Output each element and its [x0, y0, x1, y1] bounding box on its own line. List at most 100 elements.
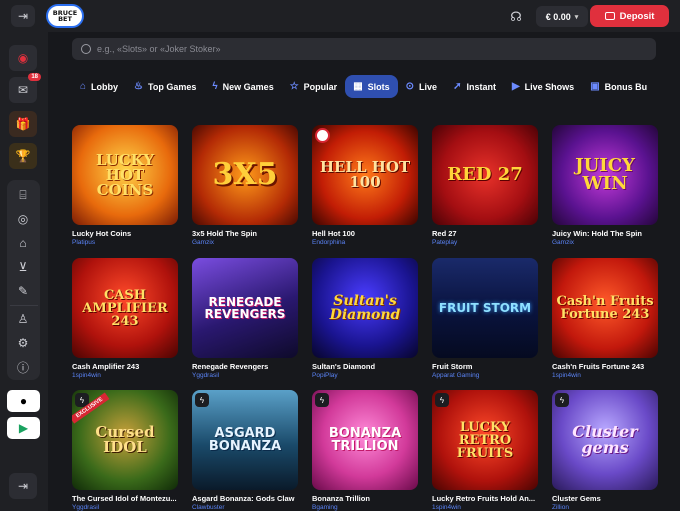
game-card[interactable]: Cash'n Fruits Fortune 243 Cash'n Fruits … — [552, 258, 658, 379]
tab-top-games[interactable]: ♨ Top Games — [126, 75, 204, 98]
sidebar-item-promotions[interactable]: ✎ — [9, 278, 37, 304]
game-card[interactable]: RENEGADE REVENGERS Renegade Revengers Yg… — [192, 258, 298, 379]
deposit-label: Deposit — [619, 10, 655, 22]
game-card[interactable]: 3X5 3x5 Hold The Spin Gamzix — [192, 125, 298, 246]
game-art-text: LUCKY HOT COINS — [95, 150, 155, 199]
game-thumbnail[interactable]: ϟ BONANZA TRILLION — [312, 390, 418, 490]
deposit-button[interactable]: Deposit — [590, 5, 669, 27]
sidebar-item-bonuses[interactable]: ⌂ — [9, 230, 37, 256]
sidebar-item-profile[interactable]: ◉ — [9, 45, 37, 71]
star-icon: ☆ — [289, 81, 299, 92]
cart-icon: ⊻ — [18, 260, 28, 274]
tab-slots[interactable]: ▦ Slots — [345, 75, 398, 98]
google-play-button[interactable]: ▶ — [7, 417, 40, 439]
user-icon: ♙ — [17, 312, 29, 326]
bonus-icon: ▣ — [590, 81, 600, 92]
game-thumbnail[interactable]: Sultan's Diamond — [312, 258, 418, 358]
search-bar[interactable] — [72, 38, 656, 60]
support-headset-icon[interactable]: ☊ — [508, 9, 524, 25]
game-provider[interactable]: Bgaming — [312, 504, 418, 511]
game-provider[interactable]: 1spin4win — [72, 372, 178, 379]
game-provider[interactable]: Clawbuster — [192, 504, 298, 511]
game-art-text: RED 27 — [447, 164, 523, 185]
sidebar-item-messages[interactable]: ✉ 18 — [9, 73, 41, 103]
game-provider[interactable]: 1spin4win — [432, 504, 538, 511]
game-thumbnail[interactable]: ϟ LUCKY RETRO FRUITS — [432, 390, 538, 490]
basketball-icon: ◎ — [17, 212, 29, 226]
tab-live[interactable]: ⊙ Live — [398, 75, 445, 98]
game-card[interactable]: JUICY WIN Juicy Win: Hold The Spin Gamzi… — [552, 125, 658, 246]
sidebar-item-games[interactable]: ⌸ — [9, 182, 37, 208]
game-card[interactable]: RED 27 Red 27 Pateplay — [432, 125, 538, 246]
game-provider[interactable]: Yggdrasil — [72, 504, 178, 511]
game-provider[interactable]: 1spin4win — [552, 372, 658, 379]
rocket-icon: ➚ — [453, 81, 462, 92]
sidebar-item-shop[interactable]: ⊻ — [9, 254, 37, 280]
search-input[interactable] — [97, 44, 617, 54]
game-provider[interactable]: Zillion — [552, 504, 658, 511]
game-provider[interactable]: Endorphina — [312, 239, 418, 246]
game-card[interactable]: ϟ ASGARD BONANZA Asgard Bonanza: Gods Cl… — [192, 390, 298, 511]
game-art-text: BONANZA TRILLION — [328, 426, 402, 454]
game-thumbnail[interactable]: HELL HOT 100 — [312, 125, 418, 225]
game-card[interactable]: Sultan's Diamond Sultan's Diamond PopiPl… — [312, 258, 418, 379]
game-thumbnail[interactable]: JUICY WIN — [552, 125, 658, 225]
sidebar-item-gifts[interactable]: 🎁 — [9, 111, 37, 137]
game-art-text: HELL HOT 100 — [319, 158, 411, 191]
tab-label: Slots — [367, 81, 390, 92]
tab-instant[interactable]: ➚ Instant — [445, 75, 504, 98]
slot-machine-icon: ⌸ — [19, 187, 27, 202]
logo[interactable]: BRUCE BET — [46, 4, 84, 28]
game-art-text: RENEGADE REVENGERS — [204, 295, 286, 321]
tab-lobby[interactable]: ⌂ Lobby — [72, 75, 126, 98]
tab-new-games[interactable]: ϟ New Games — [204, 75, 281, 98]
tab-live-shows[interactable]: ▶ Live Shows — [504, 75, 582, 98]
game-card[interactable]: LUCKY HOT COINS Lucky Hot Coins Platipus — [72, 125, 178, 246]
game-name: Cash'n Fruits Fortune 243 — [552, 362, 645, 371]
game-provider[interactable]: Platipus — [72, 239, 178, 246]
game-provider[interactable]: Apparat Gaming — [432, 372, 538, 379]
game-thumbnail[interactable]: ϟ ASGARD BONANZA — [192, 390, 298, 490]
balance-dropdown[interactable]: € 0.00 ▾ — [536, 6, 588, 27]
balance-value: € 0.00 — [545, 11, 571, 22]
game-card[interactable]: ϟ EXCLUSIVE Cursed IDOL The Cursed Idol … — [72, 390, 178, 511]
game-provider[interactable]: PopiPlay — [312, 372, 418, 379]
game-name: Lucky Hot Coins — [72, 229, 132, 238]
sidebar-item-account[interactable]: ♙ — [9, 306, 37, 332]
sidebar-item-sports[interactable]: ◎ — [9, 206, 37, 232]
game-thumbnail[interactable]: CASH AMPLIFIER 243 — [72, 258, 178, 358]
game-thumbnail[interactable]: RENEGADE REVENGERS — [192, 258, 298, 358]
game-provider[interactable]: Gamzix — [552, 239, 658, 246]
game-card[interactable]: HELL HOT 100 Hell Hot 100 Endorphina — [312, 125, 418, 246]
sidebar-item-info[interactable]: ⓘ — [9, 354, 37, 380]
tab-popular[interactable]: ☆ Popular — [282, 75, 345, 98]
game-provider[interactable]: Pateplay — [432, 239, 538, 246]
logout-button[interactable]: ⇥ — [9, 473, 37, 499]
game-provider[interactable]: Yggdrasil — [192, 372, 298, 379]
game-thumbnail[interactable]: ϟ EXCLUSIVE Cursed IDOL — [72, 390, 178, 490]
game-thumbnail[interactable]: FRUIT STORM — [432, 258, 538, 358]
game-card[interactable]: CASH AMPLIFIER 243 Cash Amplifier 243 1s… — [72, 258, 178, 379]
game-card[interactable]: ϟ BONANZA TRILLION Bonanza Trillion Bgam… — [312, 390, 418, 511]
tab-bonus-buy[interactable]: ▣ Bonus Bu — [582, 75, 655, 98]
game-art-text: Cursed IDOL — [95, 423, 155, 456]
game-thumbnail[interactable]: RED 27 — [432, 125, 538, 225]
sidebar-item-settings[interactable]: ⚙ — [9, 330, 37, 356]
lightning-icon: ϟ — [555, 393, 569, 407]
game-thumbnail[interactable]: 3X5 — [192, 125, 298, 225]
game-card[interactable]: ϟ Cluster gems Cluster Gems Zillion — [552, 390, 658, 511]
game-name: Sultan's Diamond — [312, 362, 376, 371]
sidebar-toggle-button[interactable]: ⇥ — [11, 5, 35, 27]
apple-icon: ● — [19, 394, 28, 408]
game-thumbnail[interactable]: LUCKY HOT COINS — [72, 125, 178, 225]
trophy-icon: 🏆 — [15, 149, 31, 163]
sidebar-item-tournaments[interactable]: 🏆 — [9, 143, 37, 169]
game-art-text: Cluster gems — [572, 422, 638, 457]
game-thumbnail[interactable]: ϟ Cluster gems — [552, 390, 658, 490]
game-card[interactable]: FRUIT STORM Fruit Storm Apparat Gaming — [432, 258, 538, 379]
game-thumbnail[interactable]: Cash'n Fruits Fortune 243 — [552, 258, 658, 358]
app-store-button[interactable]: ● — [7, 390, 40, 412]
game-provider[interactable]: Gamzix — [192, 239, 298, 246]
game-art-text: FRUIT STORM — [438, 301, 532, 315]
game-card[interactable]: ϟ LUCKY RETRO FRUITS Lucky Retro Fruits … — [432, 390, 538, 511]
